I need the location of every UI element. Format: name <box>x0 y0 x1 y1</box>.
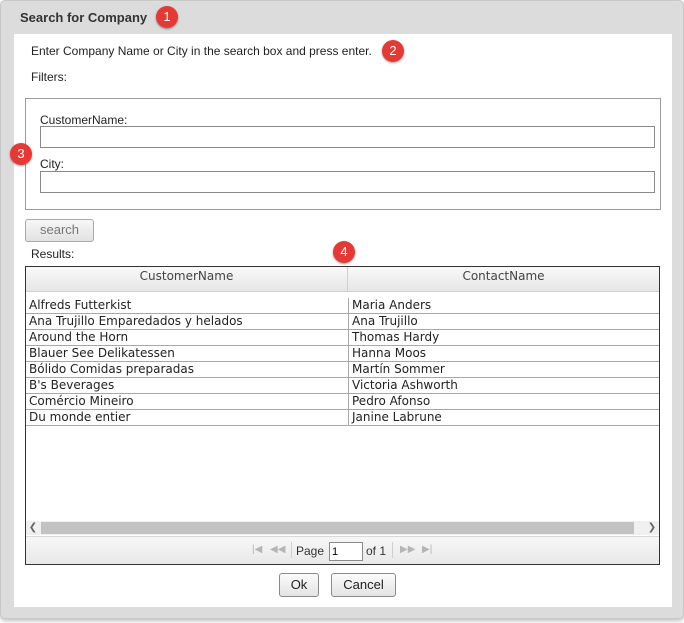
filters-label: Filters: <box>31 70 67 84</box>
ok-button[interactable]: Ok <box>279 573 319 597</box>
column-header-customer-name[interactable]: CustomerName <box>26 267 348 291</box>
cell-customer-name: Du monde entier <box>29 410 131 424</box>
dialog-content: Enter Company Name or City in the search… <box>14 34 672 607</box>
pager-divider <box>392 542 393 558</box>
cell-contact-name: Hanna Moos <box>348 346 658 361</box>
table-row[interactable]: Ana Trujillo Emparedados y helados Ana Tr… <box>26 314 659 330</box>
cell-contact-name: Maria Anders <box>348 298 658 313</box>
table-row[interactable]: Around the Horn Thomas Hardy <box>26 330 659 346</box>
filters-panel: CustomerName: City: <box>25 98 661 210</box>
scroll-right-icon[interactable]: ❯ <box>645 521 659 535</box>
cell-customer-name: Bólido Comidas preparadas <box>29 362 194 376</box>
customer-name-label: CustomerName: <box>40 113 128 127</box>
city-label: City: <box>40 157 64 171</box>
table-row[interactable]: B's Beverages Victoria Ashworth <box>26 378 659 394</box>
search-company-dialog: Search for Company 1 Enter Company Name … <box>0 0 684 619</box>
table-row[interactable]: Alfreds Futterkist Maria Anders <box>26 298 659 314</box>
cell-contact-name: Thomas Hardy <box>348 330 658 345</box>
first-page-icon[interactable]: |◀ <box>252 544 262 555</box>
table-row[interactable]: Du monde entier Janine Labrune <box>26 410 659 426</box>
city-input[interactable] <box>40 171 655 193</box>
grid-rows: Alfreds Futterkist Maria Anders Ana Trujil… <box>26 298 659 426</box>
scroll-left-icon[interactable]: ❮ <box>26 521 40 535</box>
grid-header: CustomerName ContactName <box>26 267 659 292</box>
callout-badge-2: 2 <box>382 40 404 62</box>
cell-customer-name: Ana Trujillo Emparedados y helados <box>29 314 243 328</box>
callout-badge-4: 4 <box>333 241 355 263</box>
grid-pager: |◀ ◀◀ Page of 1 ▶▶ ▶| <box>26 536 659 564</box>
results-grid: CustomerName ContactName Alfreds Futterk… <box>25 266 660 565</box>
horizontal-scrollbar[interactable]: ❮ ❯ <box>26 521 659 535</box>
callout-badge-3: 3 <box>10 143 32 165</box>
table-row[interactable]: Blauer See Delikatessen Hanna Moos <box>26 346 659 362</box>
table-row[interactable]: Bólido Comidas preparadas Martín Sommer <box>26 362 659 378</box>
cell-contact-name: Ana Trujillo <box>348 314 658 329</box>
cell-customer-name: Comércio Mineiro <box>29 394 134 408</box>
cell-contact-name: Pedro Afonso <box>348 394 658 409</box>
page-label: Page <box>296 544 325 558</box>
page-count-label: of 1 <box>366 544 387 558</box>
callout-badge-1: 1 <box>156 6 178 28</box>
cell-customer-name: Blauer See Delikatessen <box>29 346 175 360</box>
search-button[interactable]: search <box>25 219 94 242</box>
cell-customer-name: Around the Horn <box>29 330 129 344</box>
cell-contact-name: Martín Sommer <box>348 362 658 377</box>
scrollbar-thumb[interactable] <box>41 522 634 534</box>
cell-contact-name: Victoria Ashworth <box>348 378 658 393</box>
last-page-icon[interactable]: ▶| <box>422 544 432 555</box>
next-page-icon[interactable]: ▶▶ <box>400 544 415 555</box>
column-header-contact-name[interactable]: ContactName <box>348 267 659 291</box>
dialog-title-bar[interactable]: Search for Company <box>1 1 683 34</box>
prev-page-icon[interactable]: ◀◀ <box>270 544 285 555</box>
dialog-title: Search for Company <box>20 10 148 25</box>
results-label: Results: <box>31 247 75 261</box>
page-number-input[interactable] <box>329 542 363 561</box>
cell-customer-name: Alfreds Futterkist <box>29 298 132 312</box>
instructions-text: Enter Company Name or City in the search… <box>31 44 372 58</box>
cancel-button[interactable]: Cancel <box>331 573 396 597</box>
cell-customer-name: B's Beverages <box>29 378 115 392</box>
cell-contact-name: Janine Labrune <box>348 410 658 425</box>
customer-name-input[interactable] <box>40 126 655 148</box>
pager-divider <box>291 542 292 558</box>
table-row[interactable]: Comércio Mineiro Pedro Afonso <box>26 394 659 410</box>
